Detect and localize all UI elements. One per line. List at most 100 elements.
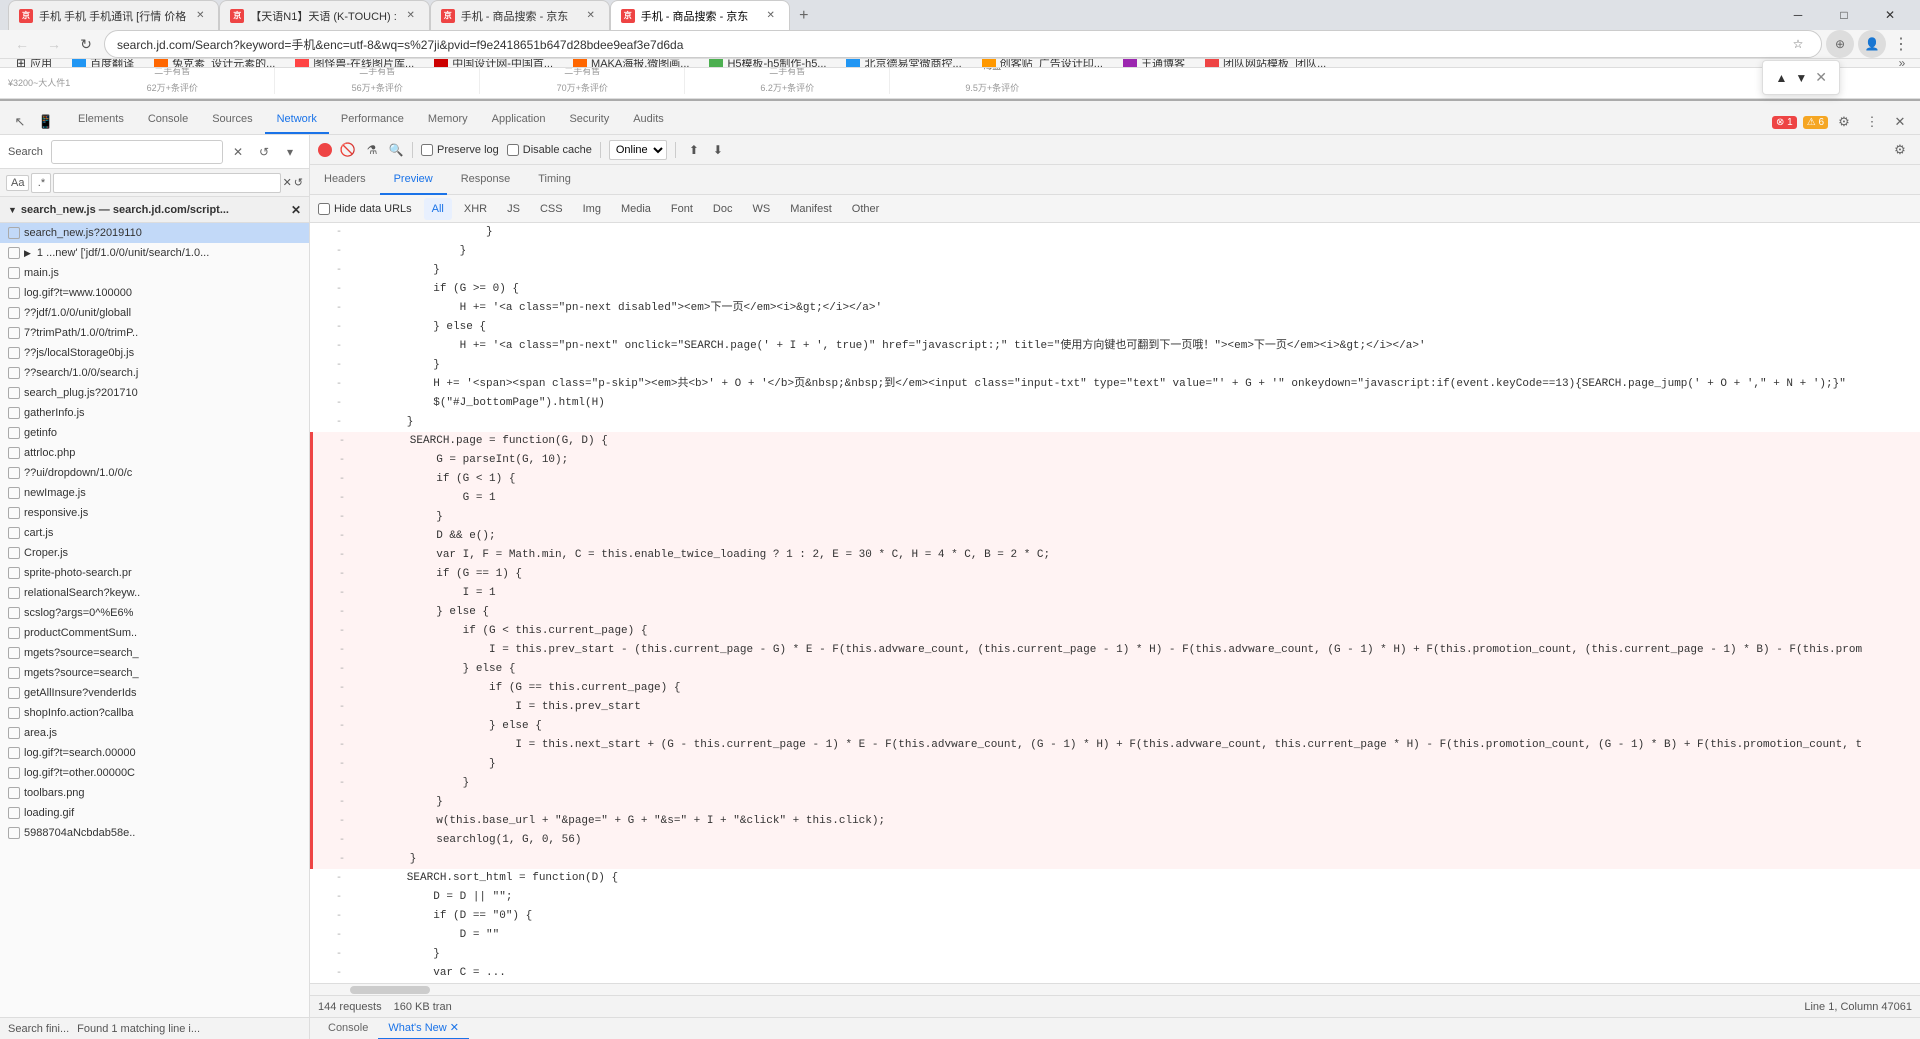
product-card-3[interactable]: ¥1799.00 荣耀V20 游戏手机 麒麟980芯片 魅眼全视屏 4800万深… — [492, 68, 672, 94]
tab-3-close[interactable]: ✕ — [583, 8, 599, 24]
bookmark-beijing[interactable]: 北京德易堂微商控... — [838, 59, 969, 68]
file-item-3[interactable]: ??jdf/1.0/0/unit/globall — [0, 303, 309, 323]
file-checkbox-8[interactable] — [8, 407, 20, 419]
hide-data-urls-label[interactable]: Hide data URLs — [318, 203, 412, 215]
resp-tab-headers[interactable]: Headers — [310, 165, 380, 195]
tab-network[interactable]: Network — [265, 106, 329, 134]
file-checkbox-0[interactable] — [8, 227, 20, 239]
filter-tab-all[interactable]: All — [424, 198, 452, 220]
filter-tab-font[interactable]: Font — [663, 198, 701, 220]
file-item-25[interactable]: log.gif?t=search.00000 — [0, 743, 309, 763]
resp-tab-preview[interactable]: Preview — [380, 165, 447, 195]
file-checkbox-6[interactable] — [8, 367, 20, 379]
address-bar[interactable]: search.jd.com/Search?keyword=手机&enc=utf-… — [104, 30, 1822, 58]
file-checkbox-root[interactable] — [8, 247, 20, 259]
bookmark-team[interactable]: 团队网站模板_团队... — [1197, 59, 1334, 68]
file-item-17[interactable]: relationalSearch?keyw.. — [0, 583, 309, 603]
filter-refresh-icon[interactable]: ↺ — [294, 176, 303, 189]
menu-button[interactable]: ⋮ — [1890, 33, 1912, 55]
file-checkbox-29[interactable] — [8, 827, 20, 839]
file-item-4[interactable]: 7?trimPath/1.0/0/trimP.. — [0, 323, 309, 343]
filter-tab-ws[interactable]: WS — [744, 198, 778, 220]
tab-4-close[interactable]: ✕ — [763, 8, 779, 24]
file-item-14[interactable]: cart.js — [0, 523, 309, 543]
devtools-close-icon[interactable]: ✕ — [1888, 110, 1912, 134]
bookmark-star-icon[interactable]: ☆ — [1787, 33, 1809, 55]
bookmark-wangtong[interactable]: 王通博客 — [1115, 59, 1193, 68]
file-item-23[interactable]: shopInfo.action?callba — [0, 703, 309, 723]
search-options-icon[interactable]: ▾ — [279, 141, 301, 163]
horizontal-scrollbar[interactable] — [310, 983, 1920, 995]
file-close-icon[interactable]: ✕ — [291, 203, 301, 217]
file-checkbox-11[interactable] — [8, 467, 20, 479]
file-item-10[interactable]: attrloc.php — [0, 443, 309, 463]
user-profile-button[interactable]: 👤 — [1858, 30, 1886, 58]
tab-performance[interactable]: Performance — [329, 106, 416, 134]
file-item-12[interactable]: newImage.js — [0, 483, 309, 503]
minimize-button[interactable]: ─ — [1776, 0, 1820, 30]
upload-button[interactable]: ⬆ — [684, 140, 704, 160]
file-checkbox-12[interactable] — [8, 487, 20, 499]
product-card-5[interactable]: ¥699.00 【新品抢购】Redmi 8A 5000mAh 骁龙八核检测器 A… — [902, 68, 1082, 94]
file-checkbox-5[interactable] — [8, 347, 20, 359]
file-checkbox-9[interactable] — [8, 427, 20, 439]
file-item-9[interactable]: getinfo — [0, 423, 309, 443]
tab-audits[interactable]: Audits — [621, 106, 676, 134]
record-button[interactable] — [318, 143, 332, 157]
file-item-21[interactable]: mgets?source=search_ — [0, 663, 309, 683]
bookmark-tugugai[interactable]: 图怪兽-在线图片库... — [287, 59, 422, 68]
file-checkbox-15[interactable] — [8, 547, 20, 559]
code-area[interactable]: - }- }- }- if (G >= 0) {- H += '<a class… — [310, 223, 1920, 983]
file-item-26[interactable]: log.gif?t=other.00000C — [0, 763, 309, 783]
file-checkbox-7[interactable] — [8, 387, 20, 399]
file-checkbox-22[interactable] — [8, 687, 20, 699]
tab-2[interactable]: 京 【天语N1】天语 (K-TOUCH) : ✕ — [219, 0, 429, 30]
file-item-1[interactable]: main.js — [0, 263, 309, 283]
filter-input[interactable] — [53, 173, 280, 193]
file-checkbox-14[interactable] — [8, 527, 20, 539]
tab-sources[interactable]: Sources — [200, 106, 264, 134]
tab-3[interactable]: 京 手机 - 商品搜索 - 京东 ✕ — [430, 0, 610, 30]
close-button[interactable]: ✕ — [1868, 0, 1912, 30]
file-item-24[interactable]: area.js — [0, 723, 309, 743]
file-checkbox-20[interactable] — [8, 647, 20, 659]
file-item-0[interactable]: ▶ 1 ...new' ['jdf/1.0/0/unit/search/1.0.… — [0, 243, 309, 263]
footer-tab-whatsnew[interactable]: What's New ✕ — [378, 1018, 469, 1039]
tab-memory[interactable]: Memory — [416, 106, 480, 134]
footer-tab-console[interactable]: Console — [318, 1018, 378, 1039]
tab-application[interactable]: Application — [480, 106, 558, 134]
bookmark-apps[interactable]: ⊞ 应用 — [8, 59, 60, 68]
preserve-log-label[interactable]: Preserve log — [421, 144, 499, 156]
hide-data-urls-checkbox[interactable] — [318, 203, 330, 215]
product-card-4[interactable]: ¥1599.00 华为 HUAWEI nova 5z 麒麟810芯片 4800万… — [697, 68, 877, 94]
bookmarks-overflow-button[interactable]: » — [1892, 59, 1912, 68]
file-item-22[interactable]: getAllInsure?venderIds — [0, 683, 309, 703]
file-item-19[interactable]: productCommentSum.. — [0, 623, 309, 643]
network-throttle-select[interactable]: Online — [609, 140, 667, 160]
devtools-settings-button[interactable]: ⚙ — [1888, 138, 1912, 162]
filter-clear-icon[interactable]: ✕ — [283, 176, 292, 189]
file-checkbox-23[interactable] — [8, 707, 20, 719]
tab-4[interactable]: 京 手机 - 商品搜索 - 京东 ✕ — [610, 0, 790, 30]
tab-1-close[interactable]: ✕ — [192, 8, 208, 24]
search-refresh-icon[interactable]: ↺ — [253, 141, 275, 163]
search-icon-button[interactable]: 🔍 — [388, 142, 404, 158]
filter-icon-button[interactable]: ⚗ — [364, 142, 380, 158]
file-checkbox-28[interactable] — [8, 807, 20, 819]
product-card-2[interactable]: ¥2299.00 荣耀20 游戏手机 4800万超广角AI四摄3200万美颜自拍… — [287, 68, 467, 94]
bookmark-maka[interactable]: MAKA海报,微图画... — [565, 59, 697, 68]
file-checkbox-16[interactable] — [8, 567, 20, 579]
filter-tab-media[interactable]: Media — [613, 198, 659, 220]
forward-button[interactable]: → — [40, 30, 68, 58]
bookmark-ckt[interactable]: 创客贴_广告设计印... — [974, 59, 1111, 68]
search-clear-button[interactable]: ✕ — [227, 141, 249, 163]
tab-console[interactable]: Console — [136, 106, 200, 134]
case-sensitive-button[interactable]: Aa — [6, 175, 29, 191]
file-checkbox-24[interactable] — [8, 727, 20, 739]
reload-button[interactable]: ↻ — [72, 30, 100, 58]
file-item-2[interactable]: log.gif?t=www.100000 — [0, 283, 309, 303]
new-tab-button[interactable]: + — [790, 2, 818, 30]
file-item-29[interactable]: 5988704aNcbdab58e.. — [0, 823, 309, 843]
file-checkbox-26[interactable] — [8, 767, 20, 779]
bookmark-baidu-fanyi[interactable]: 百度翻译 — [64, 59, 142, 68]
